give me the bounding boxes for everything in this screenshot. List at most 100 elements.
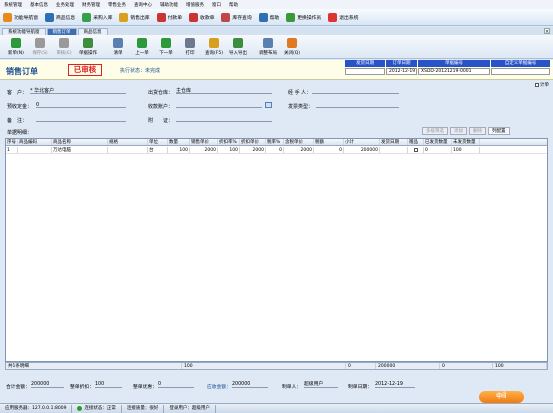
doc-toolbar-button-8[interactable]: 查询(F5) bbox=[202, 37, 226, 56]
sum-tax: 0 bbox=[346, 363, 376, 369]
table-cell[interactable]: 2000 bbox=[240, 147, 266, 153]
column-header[interactable]: 税率% bbox=[266, 139, 284, 145]
assistant-mascot[interactable]: 中ꀌ bbox=[479, 391, 524, 403]
table-cell[interactable]: 100 bbox=[218, 147, 240, 153]
doc-toolbar-button-9[interactable]: 导入导出 bbox=[226, 37, 250, 56]
deposit-field[interactable]: 0 bbox=[36, 102, 126, 108]
whole-reduction-field[interactable]: 0 bbox=[158, 382, 194, 388]
toolbar-button-3[interactable]: 销售出库 bbox=[119, 12, 150, 22]
menu-business[interactable]: 业务处理 bbox=[56, 2, 74, 8]
toolbar-button-5[interactable]: 收款单 bbox=[189, 12, 214, 22]
table-cell[interactable]: 0 bbox=[314, 147, 344, 153]
menu-query[interactable]: 查询中心 bbox=[134, 2, 152, 8]
column-header[interactable]: 赠品 bbox=[408, 139, 424, 145]
column-header[interactable]: 规格 bbox=[108, 139, 148, 145]
table-cell[interactable]: 0 bbox=[266, 147, 284, 153]
account-field[interactable] bbox=[176, 102, 262, 108]
column-header[interactable]: 税额 bbox=[314, 139, 344, 145]
page-title: 销售订单 bbox=[6, 67, 38, 76]
add-row-button[interactable]: 添加 bbox=[450, 127, 467, 135]
menu-aux[interactable]: 辅助功能 bbox=[160, 2, 178, 8]
table-cell[interactable]: 万达电脑 bbox=[52, 147, 108, 153]
menu-basic-info[interactable]: 基本信息 bbox=[30, 2, 48, 8]
column-header[interactable]: 已发货数量 bbox=[424, 139, 452, 145]
menu-finance[interactable]: 财务管理 bbox=[82, 2, 100, 8]
column-header[interactable]: 未发货数量 bbox=[452, 139, 480, 145]
tab-sales-order[interactable]: 销售订单 bbox=[46, 28, 77, 35]
menu-help[interactable]: 帮助 bbox=[229, 2, 238, 8]
column-header[interactable]: 销售单价 bbox=[190, 139, 218, 145]
account-picker-icon[interactable] bbox=[265, 102, 272, 108]
doc-detail-label: 单据明细： bbox=[7, 130, 33, 136]
ship-date-header: 发货日期 bbox=[345, 60, 385, 67]
table-cell[interactable] bbox=[18, 147, 52, 153]
toolbar-button-8[interactable]: 更换操作员 bbox=[286, 12, 321, 22]
menu-retail[interactable]: 零售业务 bbox=[108, 2, 126, 8]
table-cell[interactable]: 200000 bbox=[344, 147, 380, 153]
gift-checkbox[interactable] bbox=[414, 148, 418, 152]
ship-date-field[interactable] bbox=[345, 68, 385, 75]
payable-field: 200000 bbox=[232, 382, 268, 388]
warehouse-field[interactable]: 主仓库 bbox=[176, 88, 272, 94]
maker-field: 超级用户 bbox=[304, 382, 338, 388]
column-header[interactable]: 含税单价 bbox=[284, 139, 314, 145]
doc-toolbar-button-1[interactable]: 保存(S) bbox=[28, 37, 52, 56]
doc-toolbar-button-2[interactable]: 审核(E) bbox=[52, 37, 76, 56]
order-date-field[interactable]: 2012-12-19 bbox=[386, 68, 417, 75]
table-cell[interactable]: 2000 bbox=[190, 147, 218, 153]
doc-toolbar-button-6[interactable]: 下一单 bbox=[154, 37, 178, 56]
column-header[interactable]: 折扣单价 bbox=[240, 139, 266, 145]
column-header[interactable]: 商品名称 bbox=[52, 139, 108, 145]
menu-value-added[interactable]: 增值服务 bbox=[186, 2, 204, 8]
delete-row-button[interactable]: 删除 bbox=[469, 127, 486, 135]
doc-no-field[interactable]: XSDD-20121219-0001 bbox=[418, 68, 490, 75]
toolbar-button-7[interactable]: 帮助 bbox=[258, 12, 279, 22]
tab-navigation[interactable]: 系统功能导航窗 bbox=[2, 28, 46, 35]
doc-toolbar-button-7[interactable]: 打印 bbox=[178, 37, 202, 56]
table-cell[interactable]: 100 bbox=[168, 147, 190, 153]
customer-field[interactable]: * 华北客户 bbox=[30, 88, 126, 94]
doc-toolbar-button-11[interactable]: 关闭(Q) bbox=[280, 37, 304, 56]
handler-field[interactable] bbox=[312, 88, 399, 94]
tab-product-info[interactable]: 商品信息 bbox=[77, 28, 108, 35]
table-cell[interactable]: 1 bbox=[6, 147, 18, 153]
table-row[interactable]: 1 万达电脑台 100 2000 100 2000 0 2000 0 200000 0 100 bbox=[6, 147, 547, 154]
doc-toolbar-button-label: 查询(F5) bbox=[205, 50, 223, 56]
warehouse-label: 出货仓库： bbox=[148, 90, 174, 96]
menu-window[interactable]: 窗口 bbox=[212, 2, 221, 8]
invoice-type-field[interactable] bbox=[316, 102, 399, 108]
column-header[interactable]: 小计 bbox=[344, 139, 380, 145]
column-config-button[interactable]: 列配置 bbox=[488, 127, 510, 135]
table-cell[interactable]: 2000 bbox=[284, 147, 314, 153]
whole-discount-field[interactable]: 100 bbox=[95, 382, 122, 388]
custom-no-field[interactable] bbox=[491, 68, 550, 75]
toolbar-button-1[interactable]: 商品信息 bbox=[45, 12, 75, 22]
table-cell[interactable] bbox=[380, 147, 408, 153]
doc-toolbar-button-4[interactable]: 清单 bbox=[106, 37, 130, 56]
table-cell[interactable]: 台 bbox=[148, 147, 168, 153]
table-cell[interactable] bbox=[408, 147, 424, 153]
toolbar-button-4[interactable]: 付款单 bbox=[156, 12, 182, 22]
column-header[interactable]: 商品编码 bbox=[18, 139, 52, 145]
doc-toolbar-button-3[interactable]: 单据操作 bbox=[76, 37, 100, 56]
column-header[interactable]: 序号 bbox=[6, 139, 18, 145]
table-cell[interactable] bbox=[108, 147, 148, 153]
remark-field[interactable] bbox=[36, 116, 126, 122]
column-header[interactable]: 数量 bbox=[168, 139, 190, 145]
column-header[interactable]: 单位 bbox=[148, 139, 168, 145]
table-cell[interactable]: 0 bbox=[424, 147, 452, 153]
column-header[interactable]: 折扣率% bbox=[218, 139, 240, 145]
toolbar-button-2[interactable]: 采购入库 bbox=[82, 12, 112, 22]
table-cell[interactable]: 100 bbox=[452, 147, 480, 153]
toolbar-button-0[interactable]: 功能导航窗 bbox=[3, 12, 38, 22]
doc-toolbar-button-10[interactable]: 调整布局 bbox=[256, 37, 280, 56]
multi-filter-button[interactable]: 多级筛选 bbox=[422, 127, 448, 135]
doc-toolbar-button-0[interactable]: 新单(N) bbox=[4, 37, 28, 56]
toolbar-button-9[interactable]: 退出系统 bbox=[328, 12, 358, 22]
close-tab-icon[interactable]: × bbox=[544, 28, 550, 35]
doc-toolbar-button-5[interactable]: 上一单 bbox=[130, 37, 154, 56]
menu-system[interactable]: 系统管理 bbox=[4, 2, 22, 8]
column-header[interactable]: 发货日期 bbox=[380, 139, 408, 145]
attachment-field[interactable] bbox=[176, 116, 272, 122]
toolbar-button-6[interactable]: 库存查询 bbox=[221, 12, 252, 22]
